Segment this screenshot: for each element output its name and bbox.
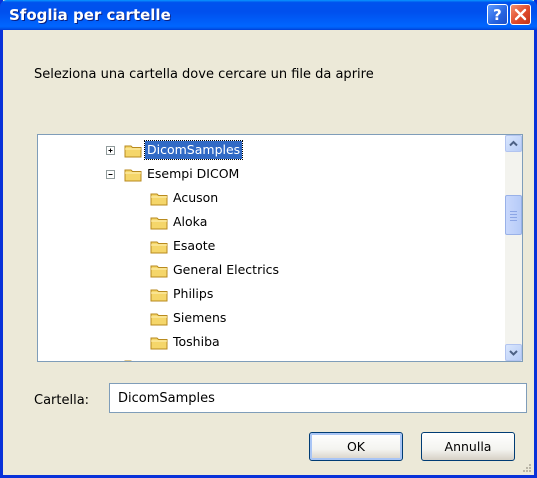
tree-item-philips[interactable]: Philips [38,285,498,305]
tree-item-label: General Electrics [173,262,280,277]
vertical-scrollbar[interactable] [505,135,522,361]
folder-icon [124,169,142,182]
folder-icon [150,289,168,302]
ok-button[interactable]: OK [309,432,403,461]
close-x-icon [514,8,527,21]
folder-icon [150,265,168,278]
chevron-down-icon [509,350,518,356]
folder-icon [150,337,168,350]
folder-icon [150,217,168,230]
scroll-down-button[interactable] [505,344,522,361]
folder-icon [150,313,168,326]
tree-item-general-electrics[interactable]: General Electrics [38,261,498,281]
plus-box-icon[interactable] [106,146,115,155]
title-bar[interactable]: Sfoglia per cartelle ? [0,0,537,30]
plus-box-icon[interactable] [106,361,115,362]
help-button[interactable]: ? [487,4,508,25]
tree-item-label: Acuson [173,190,219,205]
close-button[interactable] [510,4,531,25]
folder-icon [124,360,132,361]
tree-item-label: Siemens [173,310,227,325]
tree-item-aloka[interactable]: Aloka [38,213,498,233]
folder-tree[interactable]: DicomSamples Esempi DICOM Acuson Aloka E… [37,134,523,362]
chevron-up-icon [509,140,518,147]
tree-item-toshiba[interactable]: Toshiba [38,333,498,353]
folder-field-label: Cartella: [34,393,90,408]
resize-grip-icon[interactable] [520,461,532,473]
question-mark-icon: ? [493,6,502,24]
folder-icon [150,193,168,206]
scroll-thumb[interactable] [505,195,522,235]
tree-item-label: Esaote [173,238,216,253]
tree-item-esempi-dicom[interactable]: Esempi DICOM [38,165,498,185]
browse-folder-dialog: Sfoglia per cartelle ? Seleziona una car… [0,0,537,478]
cancel-button[interactable]: Annulla [421,432,515,461]
folder-field[interactable] [109,383,527,413]
scroll-up-button[interactable] [505,135,522,152]
folder-icon [124,145,142,158]
instruction-text: Seleziona una cartella dove cercare un f… [34,67,374,82]
tree-item-partial[interactable] [38,356,498,362]
tree-item-acuson[interactable]: Acuson [38,189,498,209]
window-title: Sfoglia per cartelle [9,6,171,24]
folder-icon [150,241,168,254]
tree-item-label: Toshiba [173,334,220,349]
svg-text:?: ? [493,6,502,24]
tree-item-label: Esempi DICOM [147,166,240,181]
tree-item-esaote[interactable]: Esaote [38,237,498,257]
tree-item-label: Aloka [173,214,208,229]
tree-item-dicomsamples[interactable]: DicomSamples [38,140,498,161]
tree-item-label: DicomSamples [143,140,244,160]
tree-item-siemens[interactable]: Siemens [38,309,498,329]
tree-item-label: Philips [173,286,214,301]
minus-box-icon[interactable] [106,170,115,179]
